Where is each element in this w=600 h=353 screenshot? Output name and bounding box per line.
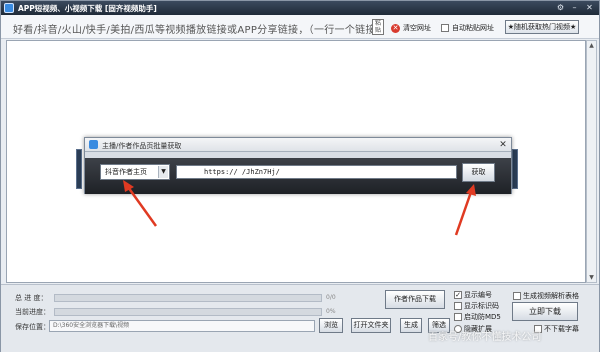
show-tags-label: 显示标识码 (464, 302, 499, 310)
annotation-arrow-right (454, 184, 476, 236)
app-window: APP短视频、小视频下载 [固齐视频助手] ⚙ – ✕ 好看/抖音/火山/快手/… (0, 0, 600, 352)
current-progress-label: 当前进度： (15, 308, 50, 316)
author-download-button[interactable]: 作者作品下载 (385, 290, 445, 309)
current-progress-bar (54, 308, 322, 316)
show-number-label: 显示编号 (464, 291, 492, 299)
download-now-button[interactable]: 立即下载 (512, 302, 578, 321)
gen-table-checkbox[interactable] (513, 292, 521, 300)
annotation-arrow-left (123, 180, 158, 227)
watermark-text: 百家号/教你不懂技术公司 (428, 332, 542, 343)
save-location-label: 保存位置： (15, 323, 50, 331)
auto-md5-checkbox[interactable] (454, 313, 462, 321)
no-subtitle-label: 不下载字幕 (544, 325, 579, 333)
save-path-input[interactable]: D:\360安全浏览器下载\视频 (49, 320, 315, 332)
browse-button[interactable]: 浏览 (319, 318, 343, 333)
total-progress-label: 总 进 度： (15, 294, 48, 302)
gen-table-label: 生成视频解析表格 (523, 292, 579, 300)
open-folder-button[interactable]: 打开文件夹 (351, 318, 391, 333)
show-tags-checkbox[interactable] (454, 302, 462, 310)
auto-md5-label: 启动防MD5 (464, 313, 501, 321)
generate-button[interactable]: 生成 (400, 318, 422, 333)
total-progress-bar (54, 294, 322, 302)
current-progress-value: 0% (326, 308, 336, 315)
total-progress-value: 0/0 (326, 294, 336, 301)
show-number-checkbox[interactable]: ✓ (454, 291, 462, 299)
